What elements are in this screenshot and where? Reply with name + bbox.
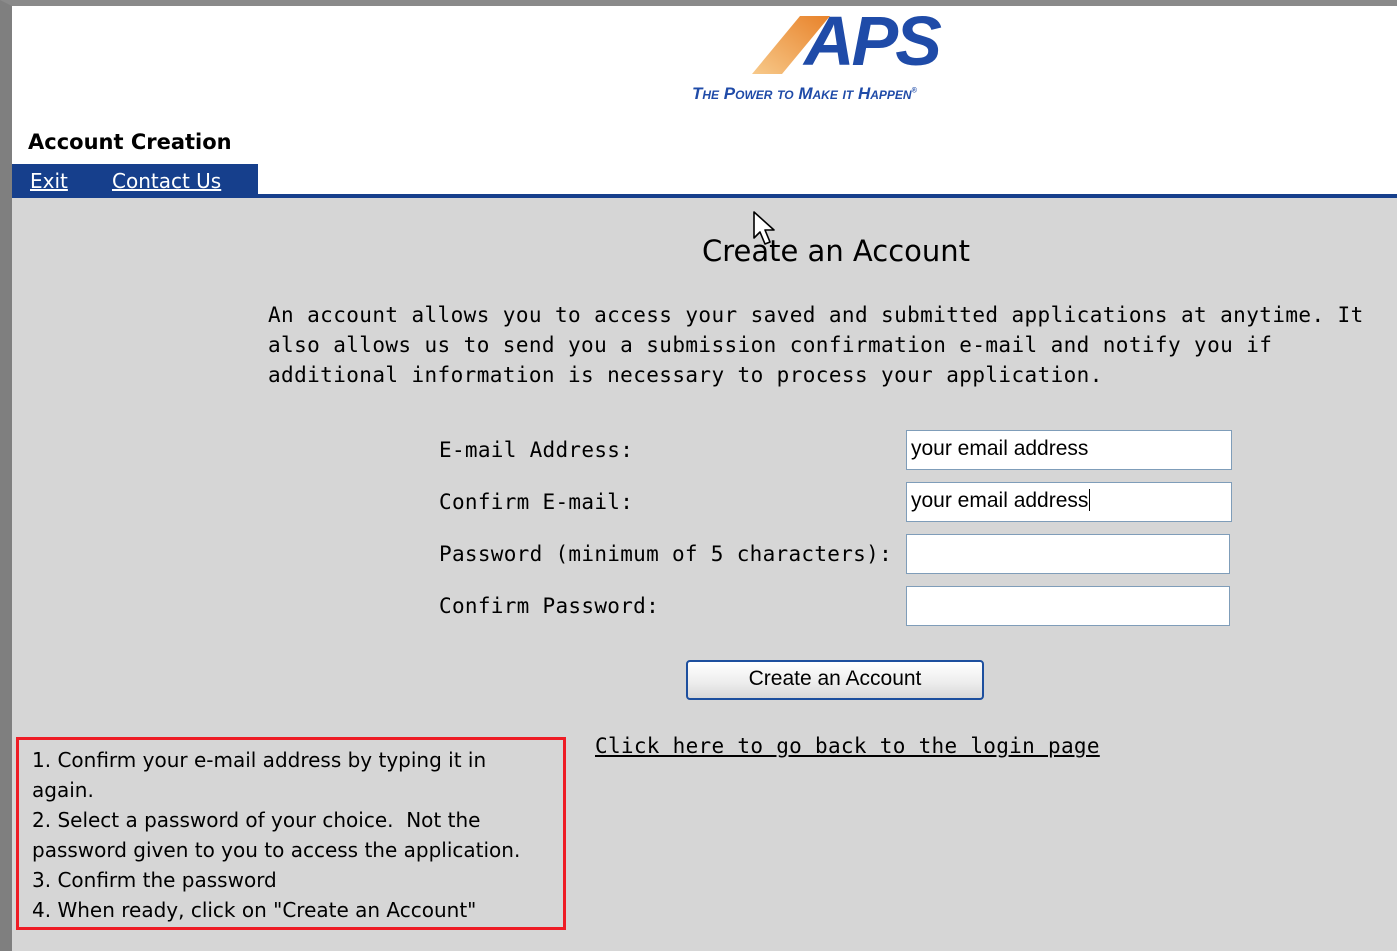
email-label: E-mail Address: bbox=[439, 438, 634, 462]
instruction-item: 4. When ready, click on "Create an Accou… bbox=[32, 898, 477, 922]
instruction-item: 1. Confirm your e-mail address by typing… bbox=[32, 748, 493, 802]
password-label: Password (minimum of 5 characters): bbox=[439, 542, 893, 566]
logo-tagline: The Power to Make it Happen® bbox=[692, 84, 917, 103]
back-to-login-link[interactable]: Click here to go back to the login page bbox=[595, 734, 1100, 758]
exit-link[interactable]: Exit bbox=[30, 169, 68, 193]
section-title: Account Creation bbox=[28, 130, 232, 154]
page-heading: Create an Account bbox=[701, 234, 971, 268]
aps-logo: APS The Power to Make it Happen® bbox=[692, 6, 1012, 110]
nav-bar: Exit Contact Us bbox=[12, 164, 258, 198]
contact-us-link[interactable]: Contact Us bbox=[112, 169, 221, 193]
password-field[interactable] bbox=[906, 534, 1230, 574]
instruction-item: 3. Confirm the password bbox=[32, 868, 277, 892]
main-content: Create an Account An account allows you … bbox=[12, 198, 1397, 951]
email-field[interactable]: your email address bbox=[906, 430, 1232, 470]
instructions-callout: 1. Confirm your e-mail address by typing… bbox=[16, 737, 566, 930]
confirm-password-field[interactable] bbox=[906, 586, 1230, 626]
intro-text: An account allows you to access your sav… bbox=[268, 303, 1364, 387]
instruction-item: 2. Select a password of your choice. Not… bbox=[32, 808, 521, 862]
create-account-button[interactable]: Create an Account bbox=[686, 660, 984, 700]
mouse-pointer-icon bbox=[753, 211, 775, 245]
page-header: APS The Power to Make it Happen® Account… bbox=[12, 6, 1397, 198]
logo-wordmark: APS bbox=[804, 2, 942, 80]
text-caret bbox=[1089, 489, 1091, 511]
confirm-email-label: Confirm E-mail: bbox=[439, 490, 634, 514]
confirm-email-field[interactable]: your email address bbox=[906, 482, 1232, 522]
confirm-password-label: Confirm Password: bbox=[439, 594, 660, 618]
